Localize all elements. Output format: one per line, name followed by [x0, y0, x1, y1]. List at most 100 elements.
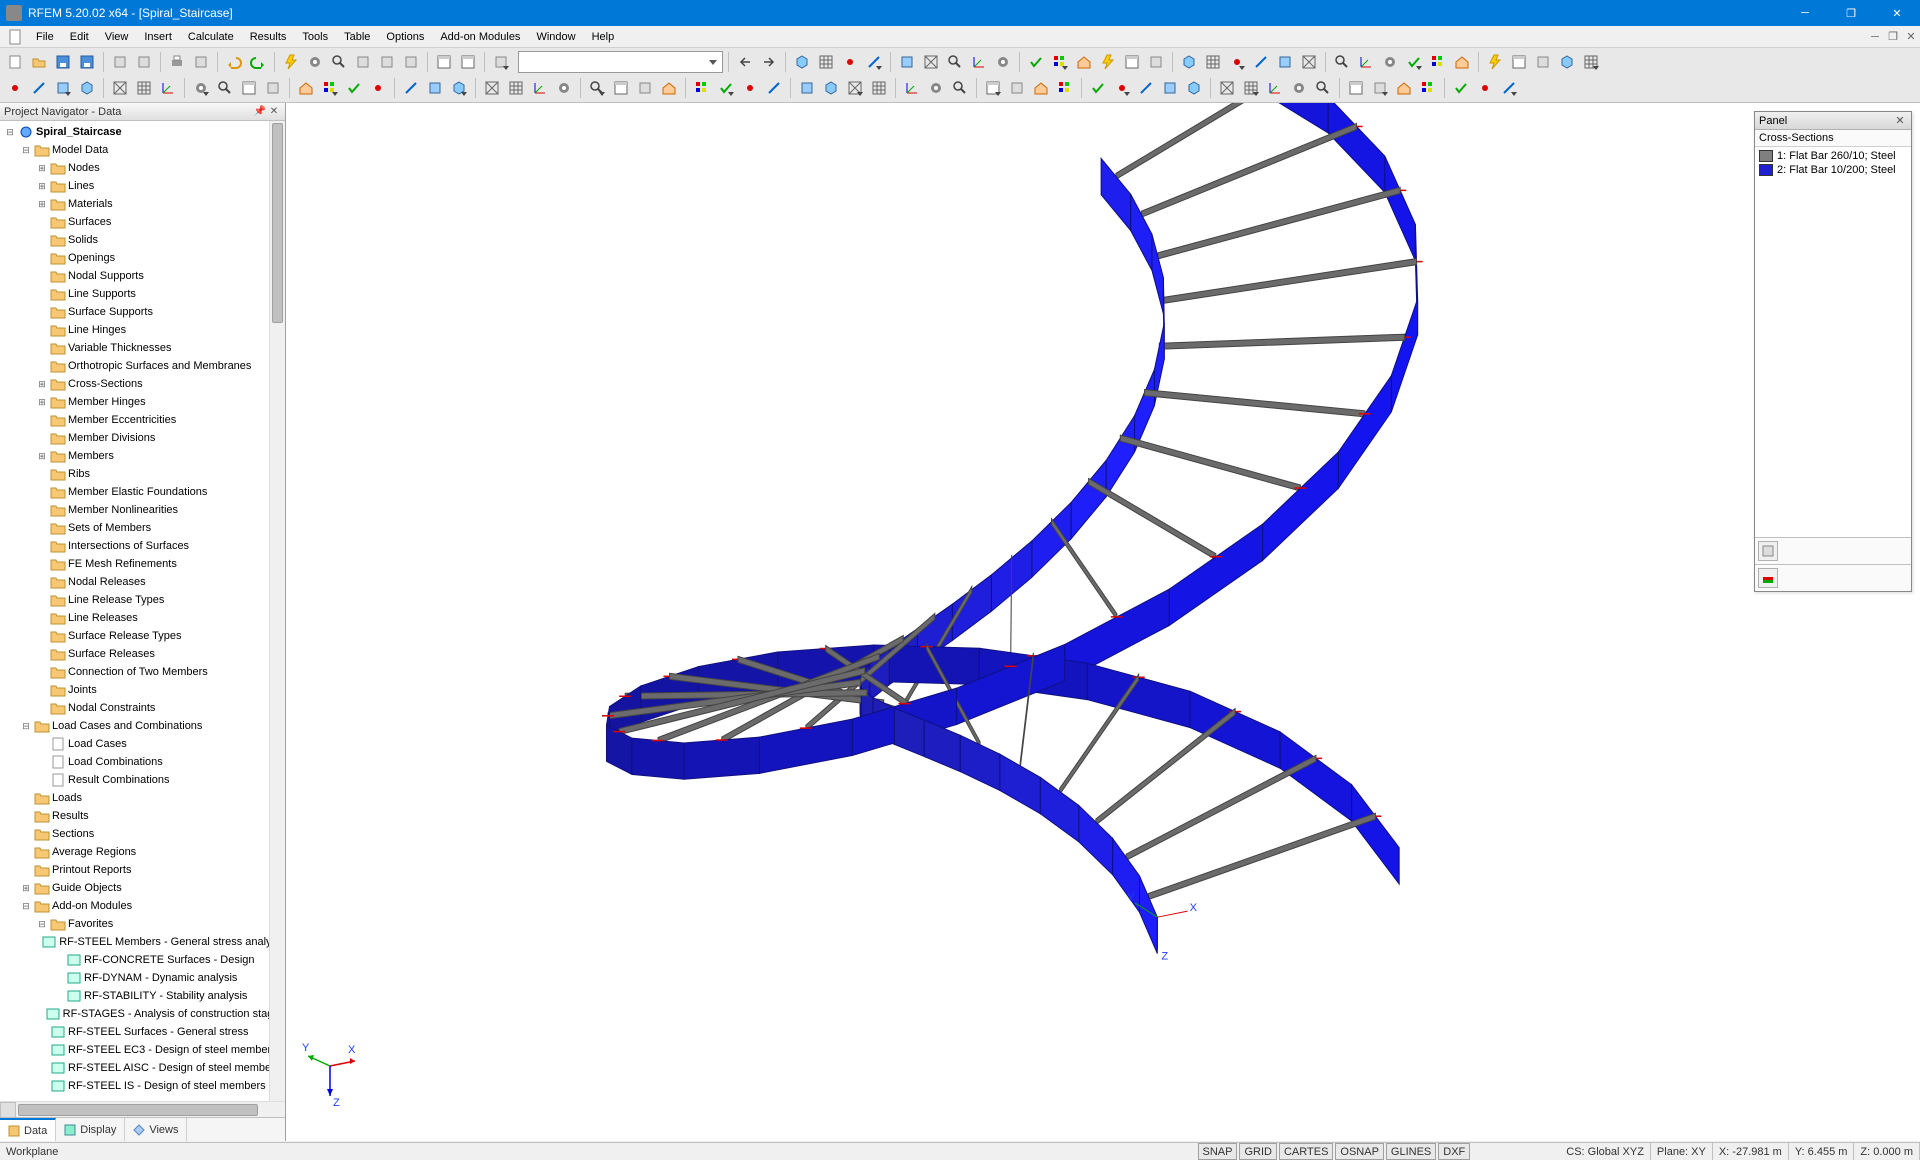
tree-printout-reports[interactable]: Printout Reports: [0, 861, 285, 879]
result-tool-22[interactable]: [1355, 51, 1377, 73]
menu-edit[interactable]: Edit: [62, 29, 97, 45]
tree-model-connection-of-two-members[interactable]: Connection of Two Members: [0, 663, 285, 681]
tree-fav-module[interactable]: RF-STEEL Members - General stress analys…: [0, 933, 285, 951]
draw-tool-8[interactable]: [214, 77, 236, 99]
draw-tool-15[interactable]: [400, 77, 422, 99]
tree-model-intersections-of-surfaces[interactable]: Intersections of Surfaces: [0, 537, 285, 555]
tree-model-joints[interactable]: Joints: [0, 681, 285, 699]
tree-model-line-releases[interactable]: Line Releases: [0, 609, 285, 627]
result-tool-27[interactable]: [1484, 51, 1506, 73]
status-toggle-grid[interactable]: GRID: [1239, 1143, 1277, 1160]
panel-button[interactable]: [433, 51, 455, 73]
draw-tool-30[interactable]: [796, 77, 818, 99]
status-toggle-cartes[interactable]: CARTES: [1279, 1143, 1333, 1160]
tree-guide-objects[interactable]: ⊞Guide Objects: [0, 879, 285, 897]
tool-2[interactable]: [376, 51, 398, 73]
panel-button-2[interactable]: [457, 51, 479, 73]
draw-tool-50[interactable]: [1312, 77, 1334, 99]
menu-addon-modules[interactable]: Add-on Modules: [432, 29, 528, 45]
result-tool-10[interactable]: [1049, 51, 1071, 73]
result-tool-3[interactable]: [863, 51, 885, 73]
draw-tool-12[interactable]: [319, 77, 341, 99]
tree-model-nodal-releases[interactable]: Nodal Releases: [0, 573, 285, 591]
draw-tool-31[interactable]: [820, 77, 842, 99]
panel-header[interactable]: Panel ✕: [1755, 112, 1911, 130]
maximize-button[interactable]: ❐: [1828, 0, 1874, 26]
tree-scrollbar-horizontal[interactable]: [0, 1101, 285, 1117]
status-toggle-osnap[interactable]: OSNAP: [1335, 1143, 1384, 1160]
menu-view[interactable]: View: [97, 29, 137, 45]
draw-tool-48[interactable]: [1264, 77, 1286, 99]
tree-model-orthotropic-surfaces-and-membranes[interactable]: Orthotropic Surfaces and Membranes: [0, 357, 285, 375]
tree-model-surfaces[interactable]: Surfaces: [0, 213, 285, 231]
draw-tool-19[interactable]: [505, 77, 527, 99]
draw-tool-20[interactable]: [529, 77, 551, 99]
tree-model-member-hinges[interactable]: ⊞Member Hinges: [0, 393, 285, 411]
draw-tool-4[interactable]: [109, 77, 131, 99]
tree-model-member-divisions[interactable]: Member Divisions: [0, 429, 285, 447]
mdi-close[interactable]: ✕: [1902, 28, 1920, 46]
draw-tool-39[interactable]: [1030, 77, 1052, 99]
tree-model-openings[interactable]: Openings: [0, 249, 285, 267]
tree-model-surface-release-types[interactable]: Surface Release Types: [0, 627, 285, 645]
tool-1[interactable]: [352, 51, 374, 73]
tree-model-member-eccentricities[interactable]: Member Eccentricities: [0, 411, 285, 429]
draw-tool-46[interactable]: [1216, 77, 1238, 99]
draw-tool-17[interactable]: [448, 77, 470, 99]
result-tool-28[interactable]: [1508, 51, 1530, 73]
tree-fav-module[interactable]: RF-STAGES - Analysis of construction sta…: [0, 1005, 285, 1023]
draw-tool-11[interactable]: [295, 77, 317, 99]
result-tool-24[interactable]: [1403, 51, 1425, 73]
draw-tool-34[interactable]: [901, 77, 923, 99]
tree-model-line-release-types[interactable]: Line Release Types: [0, 591, 285, 609]
navigator-tree[interactable]: ⊟Spiral_Staircase⊟Model Data⊞Nodes⊞Lines…: [0, 121, 285, 1101]
result-tool-25[interactable]: [1427, 51, 1449, 73]
tree-loads[interactable]: Loads: [0, 789, 285, 807]
draw-tool-5[interactable]: [133, 77, 155, 99]
draw-tool-18[interactable]: [481, 77, 503, 99]
draw-tool-56[interactable]: [1474, 77, 1496, 99]
draw-tool-2[interactable]: [52, 77, 74, 99]
bolt-button[interactable]: [280, 51, 302, 73]
undo-button[interactable]: [223, 51, 245, 73]
menu-button[interactable]: [490, 51, 512, 73]
tree-model-member-nonlinearities[interactable]: Member Nonlinearities: [0, 501, 285, 519]
panel-close[interactable]: ✕: [1893, 114, 1907, 127]
result-tool-2[interactable]: [839, 51, 861, 73]
result-tool-9[interactable]: [1025, 51, 1047, 73]
draw-tool-7[interactable]: [190, 77, 212, 99]
tree-module[interactable]: RF-STEEL Surfaces - General stress: [0, 1023, 285, 1041]
panel-tab-1[interactable]: [1758, 541, 1778, 561]
draw-tool-24[interactable]: [634, 77, 656, 99]
save-button[interactable]: [52, 51, 74, 73]
menu-options[interactable]: Options: [378, 29, 432, 45]
tree-module[interactable]: RF-STEEL AISC - Design of steel members: [0, 1059, 285, 1077]
result-tool-17[interactable]: [1226, 51, 1248, 73]
draw-tool-26[interactable]: [691, 77, 713, 99]
tree-fav-module[interactable]: RF-CONCRETE Surfaces - Design: [0, 951, 285, 969]
draw-tool-38[interactable]: [1006, 77, 1028, 99]
draw-tool-6[interactable]: [157, 77, 179, 99]
result-tool-19[interactable]: [1274, 51, 1296, 73]
tree-model-lines[interactable]: ⊞Lines: [0, 177, 285, 195]
menu-window[interactable]: Window: [528, 29, 583, 45]
status-toggle-dxf[interactable]: DXF: [1438, 1143, 1470, 1160]
draw-tool-51[interactable]: [1345, 77, 1367, 99]
tree-load-cases-combinations[interactable]: ⊟Load Cases and Combinations: [0, 717, 285, 735]
draw-tool-9[interactable]: [238, 77, 260, 99]
draw-tool-54[interactable]: [1417, 77, 1439, 99]
navigator-tab-display[interactable]: Display: [56, 1118, 125, 1141]
tree-module[interactable]: RF-STEEL EC3 - Design of steel members: [0, 1041, 285, 1059]
tree-model-members[interactable]: ⊞Members: [0, 447, 285, 465]
tree-lc-result-combinations[interactable]: Result Combinations: [0, 771, 285, 789]
find-button[interactable]: [328, 51, 350, 73]
draw-tool-36[interactable]: [949, 77, 971, 99]
draw-tool-40[interactable]: [1054, 77, 1076, 99]
load-case-combo[interactable]: [518, 51, 723, 73]
tree-model-line-supports[interactable]: Line Supports: [0, 285, 285, 303]
result-tool-6[interactable]: [944, 51, 966, 73]
panel-tab-2[interactable]: [1758, 568, 1778, 588]
nav-prev[interactable]: [734, 51, 756, 73]
draw-tool-42[interactable]: [1111, 77, 1133, 99]
result-tool-30[interactable]: [1556, 51, 1578, 73]
